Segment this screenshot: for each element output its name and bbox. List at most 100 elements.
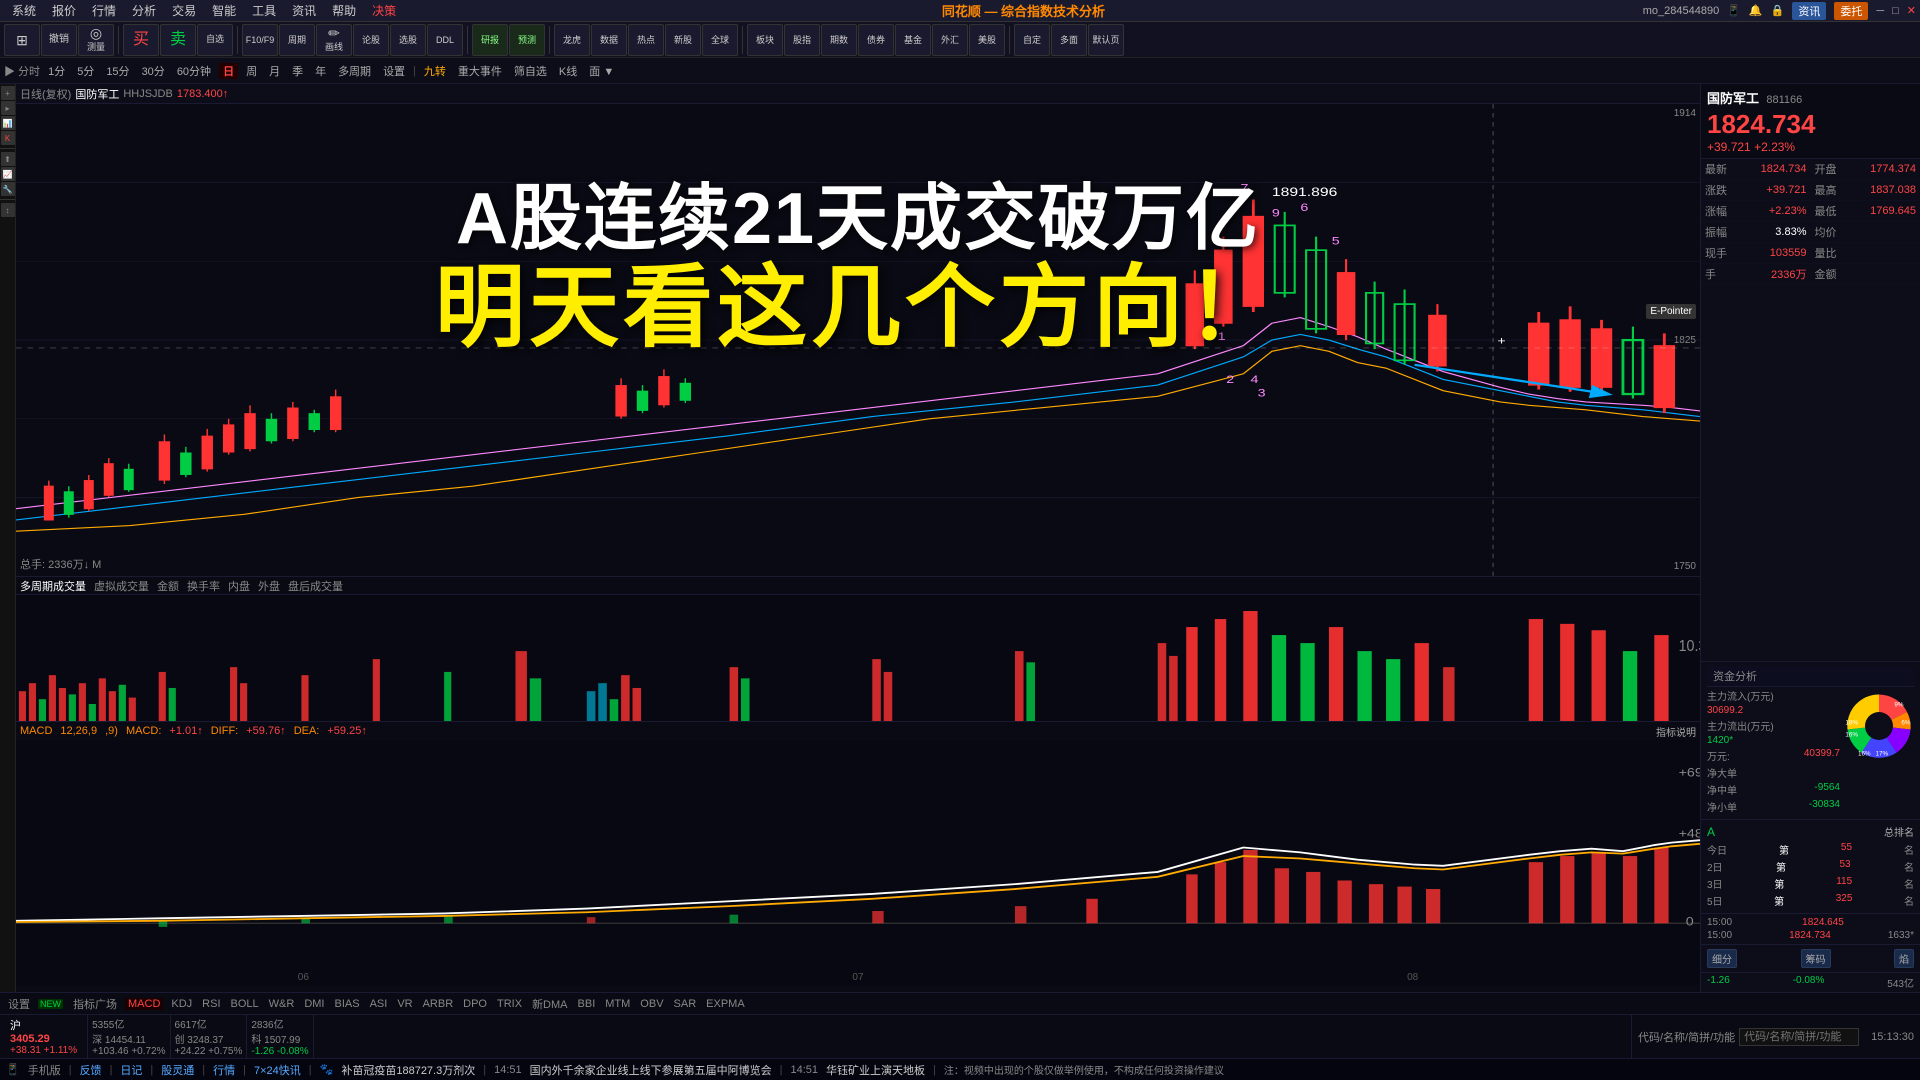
menu-item-info[interactable]: 资讯 — [284, 2, 324, 19]
tf-settings[interactable]: 设置 — [379, 63, 409, 79]
tb-stockidx-btn[interactable]: 股指 — [784, 24, 820, 56]
tb-stock-btn[interactable]: 板块 — [747, 24, 783, 56]
ind-rsi[interactable]: RSI — [200, 998, 222, 1010]
tb-period-btn[interactable]: 周期 — [279, 24, 315, 56]
tf-week[interactable]: 周 — [242, 63, 261, 79]
ticker-action[interactable]: 行情 — [213, 1062, 235, 1078]
tb-news2-btn[interactable]: 新股 — [665, 24, 701, 56]
vol-tab-buy[interactable]: 外盘 — [258, 578, 280, 594]
tb-dde-btn[interactable]: DDL — [427, 24, 463, 56]
flame-btn[interactable]: 焰 — [1894, 949, 1914, 968]
ind-mtm[interactable]: MTM — [603, 998, 632, 1010]
tb-us-btn[interactable]: 美股 — [969, 24, 1005, 56]
tf-month[interactable]: 月 — [265, 63, 284, 79]
menu-item-tools[interactable]: 工具 — [244, 2, 284, 19]
bell-icon[interactable]: 🔔 — [1749, 4, 1763, 17]
menu-item-system[interactable]: 系统 — [4, 2, 44, 19]
tb-auto-btn[interactable]: 自定 — [1014, 24, 1050, 56]
vol-tab-sell[interactable]: 内盘 — [228, 578, 250, 594]
vol-tab-amount[interactable]: 金额 — [157, 578, 179, 594]
tf-multi[interactable]: 多周期 — [334, 63, 375, 79]
macd-svg[interactable]: +69.21 +48.51 0 — [16, 740, 1700, 984]
tb-home-btn[interactable]: ⊞ — [4, 24, 40, 56]
vol-tab-virtual[interactable]: 虚拟成交量 — [94, 578, 149, 594]
indicator-explain-btn[interactable]: 指标说明 — [1656, 724, 1696, 739]
tb-predict-btn[interactable]: 预测 — [509, 24, 545, 56]
tf-15m[interactable]: 15分 — [102, 63, 133, 79]
ind-asi[interactable]: ASI — [368, 998, 390, 1010]
tb-multi-btn[interactable]: 多面 — [1051, 24, 1087, 56]
custom-select-btn[interactable]: 筛自选 — [510, 63, 551, 79]
sb-tool2[interactable]: 📊 — [1, 116, 15, 130]
code-search-input[interactable] — [1739, 1028, 1859, 1046]
sb-tool5[interactable]: 🔧 — [1, 182, 15, 196]
tb-global-btn[interactable]: 全球 — [702, 24, 738, 56]
sb-zoom[interactable]: + — [1, 86, 15, 100]
tb-fund-btn[interactable]: 基金 — [895, 24, 931, 56]
tb-measure-btn[interactable]: ◎测量 — [78, 24, 114, 56]
candlestick-svg[interactable]: 1891.896 7 9 6 5 4 2 3 — [16, 104, 1700, 576]
sb-tool4[interactable]: 📈 — [1, 167, 15, 181]
ind-dmi[interactable]: DMI — [302, 998, 326, 1010]
ind-marketplace[interactable]: 指标广场 — [71, 996, 119, 1012]
tb-hot-btn[interactable]: 热点 — [628, 24, 664, 56]
ind-vr[interactable]: VR — [395, 998, 414, 1010]
ind-dpo[interactable]: DPO — [461, 998, 489, 1010]
face-btn[interactable]: 面 ▼ — [585, 63, 618, 79]
news-button[interactable]: 资讯 — [1792, 2, 1826, 20]
menu-item-help[interactable]: 帮助 — [324, 2, 364, 19]
tb-sell-btn[interactable]: 卖 — [160, 24, 196, 56]
volume-svg[interactable]: 10.35 — [16, 595, 1700, 739]
sb-tool6[interactable]: ↕ — [1, 203, 15, 217]
menu-item-market[interactable]: 行情 — [84, 2, 124, 19]
ind-wr[interactable]: W&R — [267, 998, 297, 1010]
chips-btn[interactable]: 筹码 — [1801, 949, 1831, 968]
sb-tool1[interactable]: ▸ — [1, 101, 15, 115]
tf-60m[interactable]: 60分钟 — [173, 63, 215, 79]
ticker-stocks[interactable]: 股灵通 — [161, 1062, 194, 1078]
ind-obv[interactable]: OBV — [638, 998, 665, 1010]
ind-sar[interactable]: SAR — [672, 998, 699, 1010]
ind-arbr[interactable]: ARBR — [421, 998, 456, 1010]
tb-futures-btn[interactable]: 期数 — [821, 24, 857, 56]
tb-dragon-btn[interactable]: 龙虎 — [554, 24, 590, 56]
tb-watchlist-btn[interactable]: 自选 — [197, 24, 233, 56]
menu-item-analysis[interactable]: 分析 — [124, 2, 164, 19]
ind-kdj[interactable]: KDJ — [169, 998, 194, 1010]
tb-discuss-btn[interactable]: 论股 — [353, 24, 389, 56]
ticker-express[interactable]: 7×24快讯 — [254, 1062, 301, 1078]
menu-item-smart[interactable]: 智能 — [204, 2, 244, 19]
tf-5m[interactable]: 5分 — [73, 63, 98, 79]
tb-data-btn[interactable]: 数据 — [591, 24, 627, 56]
minimize-button[interactable]: ─ — [1876, 5, 1884, 17]
menu-item-trade[interactable]: 交易 — [164, 2, 204, 19]
tf-30m[interactable]: 30分 — [138, 63, 169, 79]
menu-item-decision[interactable]: 决策 — [364, 2, 404, 19]
ind-newdma[interactable]: 新DMA — [530, 996, 569, 1012]
chart-area[interactable]: 日线(复权) 国防军工 HHJSJDB 1783.400↑ 1914 1825 … — [16, 84, 1700, 992]
ind-trix[interactable]: TRIX — [495, 998, 524, 1010]
vol-tab-afterhours[interactable]: 盘后成交量 — [288, 578, 343, 594]
tb-research-btn[interactable]: 研报 — [472, 24, 508, 56]
tb-buy-btn[interactable]: 买 — [123, 24, 159, 56]
tb-undo-btn[interactable]: 撤销 — [41, 24, 77, 56]
menu-item-quote[interactable]: 报价 — [44, 2, 84, 19]
tb-select-btn[interactable]: 选股 — [390, 24, 426, 56]
sb-tool3[interactable]: ⬆ — [1, 152, 15, 166]
tb-bonds-btn[interactable]: 债券 — [858, 24, 894, 56]
vol-tab-multiperiod[interactable]: 多周期成交量 — [20, 578, 86, 594]
maximize-button[interactable]: □ — [1892, 5, 1899, 17]
vol-tab-turnover[interactable]: 换手率 — [187, 578, 220, 594]
major-event-btn[interactable]: 重大事件 — [454, 63, 506, 79]
tb-forex-btn[interactable]: 外汇 — [932, 24, 968, 56]
close-button[interactable]: ✕ — [1907, 4, 1916, 17]
tf-day[interactable]: 日 — [219, 63, 238, 79]
ind-settings[interactable]: 设置 — [6, 996, 32, 1012]
detail-btn[interactable]: 细分 — [1707, 949, 1737, 968]
ticker-diary[interactable]: 日记 — [120, 1062, 142, 1078]
jiuzhuan-btn[interactable]: 九转 — [420, 63, 450, 79]
ind-bias[interactable]: BIAS — [333, 998, 362, 1010]
tb-draw-btn[interactable]: ✏画线 — [316, 24, 352, 56]
ticker-fanan[interactable]: 反馈 — [80, 1062, 102, 1078]
tf-season[interactable]: 季 — [288, 63, 307, 79]
